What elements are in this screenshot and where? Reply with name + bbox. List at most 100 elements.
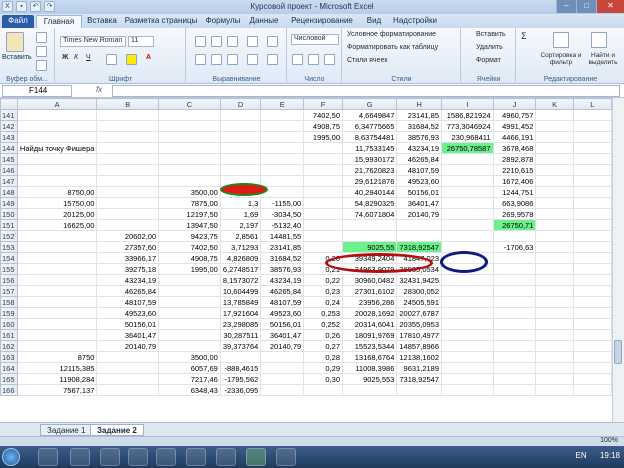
cell[interactable] bbox=[535, 219, 574, 231]
cell[interactable] bbox=[535, 307, 574, 319]
app-icon[interactable] bbox=[276, 448, 296, 466]
row-header[interactable]: 155 bbox=[0, 263, 18, 275]
cell[interactable] bbox=[342, 384, 398, 396]
cell[interactable] bbox=[303, 175, 344, 187]
cell[interactable] bbox=[396, 384, 442, 396]
cell[interactable]: 0,21 bbox=[303, 263, 344, 275]
cell[interactable] bbox=[158, 142, 221, 154]
minimize-button[interactable]: – bbox=[556, 0, 576, 13]
cell[interactable]: 0,30 bbox=[303, 373, 344, 385]
cell[interactable]: 36401,47 bbox=[96, 329, 160, 341]
cell[interactable] bbox=[441, 197, 494, 209]
cell[interactable] bbox=[96, 186, 160, 198]
cell[interactable]: 1,69 bbox=[219, 208, 262, 220]
cell[interactable]: 18091,9769 bbox=[342, 329, 398, 341]
cell[interactable]: 1995,00 bbox=[303, 131, 344, 143]
row-header[interactable]: 146 bbox=[0, 164, 18, 176]
row-header[interactable]: 166 bbox=[0, 384, 18, 396]
cell[interactable] bbox=[441, 263, 494, 275]
cell[interactable] bbox=[16, 296, 98, 308]
row-header[interactable]: 150 bbox=[0, 208, 18, 220]
row-header[interactable]: 151 bbox=[0, 219, 18, 231]
cell[interactable] bbox=[16, 131, 98, 143]
cell[interactable]: 21,7620823 bbox=[342, 164, 398, 176]
row-header[interactable]: 145 bbox=[0, 153, 18, 165]
cell[interactable]: 49523,60 bbox=[260, 307, 305, 319]
cut-icon[interactable] bbox=[36, 32, 47, 43]
cell[interactable] bbox=[535, 384, 574, 396]
cell[interactable] bbox=[492, 340, 537, 352]
cell[interactable] bbox=[492, 329, 537, 341]
fx-icon[interactable]: fx bbox=[96, 85, 102, 94]
cell[interactable]: 48107,59 bbox=[396, 164, 442, 176]
cell[interactable] bbox=[535, 175, 574, 187]
cell[interactable]: 20027,6787 bbox=[396, 307, 442, 319]
delete-cells-button[interactable]: Удалить bbox=[476, 44, 503, 51]
cell[interactable]: 15750,00 bbox=[16, 197, 98, 209]
cell[interactable] bbox=[16, 175, 98, 187]
row-header[interactable]: 154 bbox=[0, 252, 18, 264]
cell[interactable]: 1995,00 bbox=[158, 263, 221, 275]
cell[interactable] bbox=[492, 285, 537, 297]
cell[interactable]: 38576,93 bbox=[260, 263, 305, 275]
cell[interactable] bbox=[158, 120, 221, 132]
cell[interactable] bbox=[572, 329, 612, 341]
ie-app-icon[interactable] bbox=[70, 448, 90, 466]
cell[interactable] bbox=[441, 351, 494, 363]
cell[interactable]: 13947,50 bbox=[158, 219, 221, 231]
cell[interactable]: 11008,3986 bbox=[342, 362, 398, 374]
cell[interactable]: 3500,00 bbox=[158, 186, 221, 198]
tab-data[interactable]: Данные bbox=[246, 15, 282, 28]
cell[interactable] bbox=[219, 109, 262, 121]
paste-icon[interactable] bbox=[6, 32, 24, 52]
cell[interactable]: 23141,85 bbox=[260, 241, 305, 253]
excel-app-icon[interactable] bbox=[246, 448, 266, 466]
cell[interactable] bbox=[572, 197, 612, 209]
cell[interactable]: 16625,00 bbox=[16, 219, 98, 231]
cell[interactable]: 1672,406 bbox=[492, 175, 537, 187]
cell[interactable]: 773,3046924 bbox=[441, 120, 494, 132]
cell[interactable]: 13,785849 bbox=[219, 296, 262, 308]
cell[interactable] bbox=[535, 285, 574, 297]
cell[interactable] bbox=[492, 263, 537, 275]
tab-addins[interactable]: Надстройки bbox=[390, 15, 440, 28]
sheet-tab-2[interactable]: Задание 2 bbox=[90, 424, 144, 436]
cell[interactable]: 8,63754481 bbox=[342, 131, 398, 143]
cell[interactable]: 54,8290325 bbox=[342, 197, 398, 209]
cell[interactable] bbox=[16, 120, 98, 132]
row-header[interactable]: 159 bbox=[0, 307, 18, 319]
cell[interactable] bbox=[441, 329, 494, 341]
cell[interactable] bbox=[396, 219, 442, 231]
cell[interactable] bbox=[492, 362, 537, 374]
cell[interactable] bbox=[535, 362, 574, 374]
cell[interactable] bbox=[158, 131, 221, 143]
cell[interactable] bbox=[16, 164, 98, 176]
cell[interactable]: 0,23 bbox=[303, 285, 344, 297]
cell[interactable] bbox=[96, 120, 160, 132]
cell[interactable] bbox=[219, 164, 262, 176]
row-header[interactable]: 142 bbox=[0, 120, 18, 132]
cell[interactable]: 4,826809 bbox=[219, 252, 262, 264]
cell[interactable] bbox=[535, 142, 574, 154]
cell[interactable] bbox=[260, 351, 305, 363]
cell[interactable] bbox=[441, 175, 494, 187]
cell[interactable] bbox=[572, 384, 612, 396]
zoom-level[interactable]: 100% bbox=[600, 437, 618, 444]
cell[interactable] bbox=[441, 241, 494, 253]
cell[interactable] bbox=[572, 142, 612, 154]
paste-label[interactable]: Вставить bbox=[2, 54, 32, 61]
tab-view[interactable]: Вид bbox=[362, 15, 386, 28]
cell[interactable] bbox=[492, 373, 537, 385]
cell[interactable]: 29,6121876 bbox=[342, 175, 398, 187]
cell[interactable] bbox=[219, 120, 262, 132]
find-select-icon[interactable] bbox=[591, 32, 607, 48]
cell[interactable] bbox=[158, 318, 221, 330]
cell[interactable] bbox=[219, 131, 262, 143]
cell[interactable]: 14857,8966 bbox=[396, 340, 442, 352]
indent-icon[interactable] bbox=[247, 54, 258, 65]
cell[interactable]: 11908,284 bbox=[16, 373, 98, 385]
cell[interactable] bbox=[572, 164, 612, 176]
cell[interactable] bbox=[535, 274, 574, 286]
cell[interactable] bbox=[16, 230, 98, 242]
cell[interactable]: 7402,50 bbox=[303, 109, 344, 121]
